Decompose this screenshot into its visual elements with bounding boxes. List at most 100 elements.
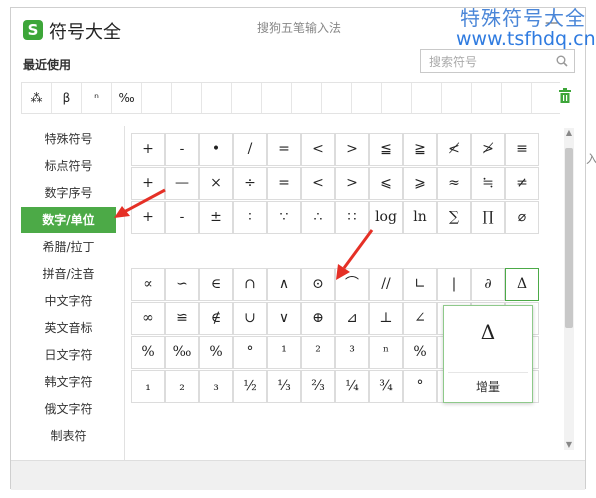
- search-input[interactable]: [427, 53, 551, 71]
- recent-symbol-cell[interactable]: ‰: [112, 83, 142, 113]
- recent-symbol-cell[interactable]: [292, 83, 322, 113]
- symbol-cell[interactable]: ≒: [471, 167, 505, 200]
- symbol-cell[interactable]: ∠: [403, 302, 437, 335]
- scrollbar[interactable]: ▲ ▼: [564, 128, 574, 450]
- symbol-cell[interactable]: ≌: [165, 302, 199, 335]
- search-box[interactable]: [420, 49, 575, 73]
- symbol-cell[interactable]: ⅓: [267, 370, 301, 403]
- symbol-cell[interactable]: ₃: [199, 370, 233, 403]
- symbol-cell[interactable]: ∝: [131, 268, 165, 301]
- sidebar-item[interactable]: 数字/单位: [21, 207, 116, 233]
- symbol-cell[interactable]: ±: [199, 201, 233, 234]
- symbol-cell[interactable]: ₁: [131, 370, 165, 403]
- sidebar-item[interactable]: 标点符号: [21, 153, 116, 179]
- recent-symbol-cell[interactable]: [352, 83, 382, 113]
- symbol-cell[interactable]: ÷: [233, 167, 267, 200]
- symbol-cell[interactable]: ⅔: [301, 370, 335, 403]
- recent-symbol-cell[interactable]: [322, 83, 352, 113]
- recent-symbol-cell[interactable]: [172, 83, 202, 113]
- sidebar-item[interactable]: 韩文字符: [21, 369, 116, 395]
- symbol-cell[interactable]: +: [131, 133, 165, 166]
- symbol-cell[interactable]: ∑: [437, 201, 471, 234]
- symbol-cell[interactable]: ∶: [233, 201, 267, 234]
- recent-symbol-cell[interactable]: ⁂: [22, 83, 52, 113]
- recent-symbol-cell[interactable]: [202, 83, 232, 113]
- symbol-cell[interactable]: ∪: [233, 302, 267, 335]
- symbol-cell[interactable]: ³: [335, 336, 369, 369]
- symbol-cell[interactable]: ∂: [471, 268, 505, 301]
- symbol-cell[interactable]: ⁿ: [369, 336, 403, 369]
- symbol-cell[interactable]: ∉: [199, 302, 233, 335]
- scroll-thumb[interactable]: [565, 148, 573, 328]
- recent-symbol-cell[interactable]: [232, 83, 262, 113]
- symbol-cell[interactable]: >: [335, 167, 369, 200]
- sidebar-item[interactable]: 俄文字符: [21, 396, 116, 422]
- scroll-down-arrow-icon[interactable]: ▼: [564, 440, 574, 450]
- symbol-cell[interactable]: ²: [301, 336, 335, 369]
- symbol-cell[interactable]: -: [165, 133, 199, 166]
- symbol-cell[interactable]: <: [301, 167, 335, 200]
- recent-symbol-cell[interactable]: [472, 83, 502, 113]
- sidebar-item[interactable]: 数字序号: [21, 180, 116, 206]
- symbol-cell[interactable]: ∈: [199, 268, 233, 301]
- symbol-cell[interactable]: ⊕: [301, 302, 335, 335]
- symbol-cell[interactable]: ⌀: [505, 201, 539, 234]
- symbol-cell[interactable]: ∩: [233, 268, 267, 301]
- sidebar-item[interactable]: 英文音标: [21, 315, 116, 341]
- symbol-cell[interactable]: ∵: [267, 201, 301, 234]
- scroll-up-arrow-icon[interactable]: ▲: [564, 128, 574, 138]
- symbol-cell[interactable]: —: [165, 167, 199, 200]
- symbol-cell[interactable]: ¼: [335, 370, 369, 403]
- recent-symbol-cell[interactable]: [382, 83, 412, 113]
- symbol-cell[interactable]: ⊿: [335, 302, 369, 335]
- symbol-cell[interactable]: ≡: [505, 133, 539, 166]
- symbol-cell[interactable]: ¹: [267, 336, 301, 369]
- symbol-cell[interactable]: ≦: [369, 133, 403, 166]
- symbol-cell[interactable]: <: [301, 133, 335, 166]
- symbol-cell[interactable]: %: [199, 336, 233, 369]
- symbol-cell[interactable]: ×: [199, 167, 233, 200]
- symbol-cell[interactable]: ≠: [505, 167, 539, 200]
- symbol-cell[interactable]: °: [403, 370, 437, 403]
- sidebar-item[interactable]: 日文字符: [21, 342, 116, 368]
- symbol-cell[interactable]: ¾: [369, 370, 403, 403]
- symbol-cell[interactable]: %: [403, 336, 437, 369]
- recent-symbol-cell[interactable]: [442, 83, 472, 113]
- symbol-cell[interactable]: ½: [233, 370, 267, 403]
- recent-symbol-cell[interactable]: [142, 83, 172, 113]
- symbol-cell[interactable]: ∨: [267, 302, 301, 335]
- symbol-cell[interactable]: ⊥: [369, 302, 403, 335]
- sidebar-item[interactable]: 特殊符号: [21, 126, 116, 152]
- symbol-cell[interactable]: ∏: [471, 201, 505, 234]
- recent-symbol-cell[interactable]: [262, 83, 292, 113]
- search-icon[interactable]: [556, 55, 568, 67]
- symbol-cell[interactable]: =: [267, 133, 301, 166]
- symbol-cell[interactable]: =: [267, 167, 301, 200]
- recent-symbol-cell[interactable]: [412, 83, 442, 113]
- symbol-cell[interactable]: ∟: [403, 268, 437, 301]
- symbol-cell[interactable]: %: [131, 336, 165, 369]
- symbol-cell[interactable]: ln: [403, 201, 437, 234]
- symbol-cell[interactable]: >: [335, 133, 369, 166]
- symbol-cell[interactable]: ≮: [437, 133, 471, 166]
- symbol-cell[interactable]: ≈: [437, 167, 471, 200]
- sidebar-item[interactable]: 希腊/拉丁: [21, 234, 116, 260]
- recent-symbol-cell[interactable]: ⁿ: [82, 83, 112, 113]
- symbol-cell[interactable]: -: [165, 201, 199, 234]
- recent-symbol-cell[interactable]: β: [52, 83, 82, 113]
- symbol-cell[interactable]: °: [233, 336, 267, 369]
- symbol-cell[interactable]: •: [199, 133, 233, 166]
- symbol-cell[interactable]: ‰: [165, 336, 199, 369]
- symbol-cell[interactable]: ≧: [403, 133, 437, 166]
- symbol-cell[interactable]: ∽: [165, 268, 199, 301]
- symbol-cell[interactable]: |: [437, 268, 471, 301]
- symbol-cell[interactable]: ⩽: [369, 167, 403, 200]
- symbol-cell[interactable]: ⩾: [403, 167, 437, 200]
- recent-symbol-cell[interactable]: [502, 83, 532, 113]
- symbol-cell[interactable]: ∧: [267, 268, 301, 301]
- symbol-cell[interactable]: ≯: [471, 133, 505, 166]
- trash-icon[interactable]: [558, 88, 572, 104]
- sidebar-item[interactable]: 中文字符: [21, 288, 116, 314]
- symbol-cell[interactable]: Δ: [505, 268, 539, 301]
- symbol-cell[interactable]: /: [233, 133, 267, 166]
